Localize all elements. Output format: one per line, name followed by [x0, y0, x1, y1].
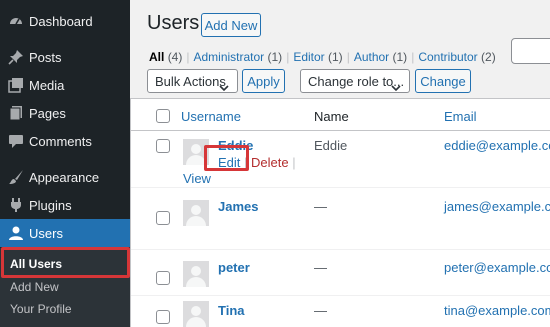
- dashboard-icon: [6, 11, 26, 31]
- chevron-down-icon: [391, 79, 401, 94]
- role-filters: All (4) | Administrator (1) | Editor (1) | Aut…: [149, 50, 496, 64]
- pin-icon: [6, 47, 26, 67]
- filter-author-count: (1): [392, 50, 408, 64]
- table-row: Tina — tina@example.com: [131, 295, 550, 327]
- submenu-your-profile[interactable]: Your Profile: [10, 302, 72, 316]
- column-name: Name: [314, 109, 349, 124]
- table-row: James — james@example.com: [131, 187, 550, 249]
- name-cell: —: [314, 303, 327, 318]
- filter-administrator[interactable]: Administrator: [193, 50, 264, 64]
- sidebar-item-posts[interactable]: Posts: [0, 43, 130, 71]
- separator: |: [244, 155, 248, 170]
- username-link[interactable]: Eddie: [218, 138, 253, 153]
- main-content: Users Add New All (4) | Administrator (1) |…: [130, 0, 550, 327]
- user-icon: [6, 223, 26, 243]
- filter-editor-count: (1): [328, 50, 343, 64]
- email-link[interactable]: tina@example.com: [444, 303, 550, 318]
- avatar: [183, 200, 209, 226]
- plug-icon: [6, 195, 26, 215]
- column-email[interactable]: Email: [444, 109, 477, 124]
- apply-button[interactable]: Apply: [242, 69, 285, 93]
- sidebar-item-users[interactable]: Users: [0, 219, 130, 247]
- view-link[interactable]: View: [183, 171, 211, 186]
- column-username[interactable]: Username: [181, 109, 241, 124]
- email-link[interactable]: james@example.com: [444, 199, 550, 214]
- comment-icon: [6, 131, 26, 151]
- avatar: [183, 139, 209, 165]
- sidebar-item-pages[interactable]: Pages: [0, 99, 130, 127]
- search-input[interactable]: [511, 38, 550, 64]
- page-title: Users: [147, 12, 200, 34]
- avatar: [183, 301, 209, 327]
- change-role-select[interactable]: Change role to...: [300, 69, 410, 93]
- filter-contributor-count: (2): [481, 50, 496, 64]
- add-new-button[interactable]: Add New: [201, 13, 261, 37]
- email-link[interactable]: eddie@example.com: [444, 138, 550, 153]
- filter-administrator-count: (1): [267, 50, 283, 64]
- sidebar-item-dashboard[interactable]: Dashboard: [0, 7, 130, 35]
- row-checkbox[interactable]: [156, 211, 170, 225]
- row-checkbox[interactable]: [156, 271, 170, 285]
- filter-all[interactable]: All: [149, 50, 164, 64]
- avatar: [183, 261, 209, 287]
- media-icon: [6, 75, 26, 95]
- delete-link[interactable]: Delete: [251, 155, 289, 170]
- sidebar-item-plugins[interactable]: Plugins: [0, 191, 130, 219]
- bulk-actions-select[interactable]: Bulk Actions: [147, 69, 238, 93]
- users-submenu: All Users Add New Your Profile: [0, 248, 130, 327]
- filter-editor[interactable]: Editor: [293, 50, 324, 64]
- chevron-down-icon: [219, 79, 229, 94]
- row-checkbox[interactable]: [156, 310, 170, 324]
- filter-contributor[interactable]: Contributor: [418, 50, 477, 64]
- submenu-all-users[interactable]: All Users: [10, 257, 62, 271]
- brush-icon: [6, 167, 26, 187]
- name-cell: Eddie: [314, 138, 348, 153]
- submenu-add-new[interactable]: Add New: [10, 280, 59, 294]
- sidebar-item-comments[interactable]: Comments: [0, 127, 130, 155]
- name-cell: —: [314, 260, 327, 275]
- admin-sidebar: Dashboard Posts Media Pages Comments App…: [0, 0, 130, 327]
- change-role-label: Change role to...: [308, 73, 405, 89]
- sidebar-item-appearance[interactable]: Appearance: [0, 163, 130, 191]
- name-cell: —: [314, 199, 327, 214]
- pages-icon: [6, 103, 26, 123]
- edit-link[interactable]: Edit: [218, 155, 240, 170]
- filter-all-count: (4): [167, 50, 183, 64]
- username-link[interactable]: Tina: [218, 303, 245, 318]
- table-row: peter — peter@example.com: [131, 249, 550, 295]
- sidebar-item-media[interactable]: Media: [0, 71, 130, 99]
- change-button[interactable]: Change: [415, 69, 471, 93]
- row-checkbox[interactable]: [156, 139, 170, 153]
- select-all-checkbox[interactable]: [156, 109, 170, 123]
- users-table: Username Name Email Eddie Eddie eddie@ex…: [130, 98, 550, 327]
- username-link[interactable]: James: [218, 199, 258, 214]
- row-actions: Edit | Delete |: [218, 155, 296, 170]
- filter-author[interactable]: Author: [354, 50, 389, 64]
- separator: |: [292, 155, 296, 170]
- table-row: Eddie Eddie eddie@example.com Edit | Del…: [131, 131, 550, 187]
- email-link[interactable]: peter@example.com: [444, 260, 550, 275]
- username-link[interactable]: peter: [218, 260, 250, 275]
- bulk-actions-label: Bulk Actions: [155, 73, 226, 89]
